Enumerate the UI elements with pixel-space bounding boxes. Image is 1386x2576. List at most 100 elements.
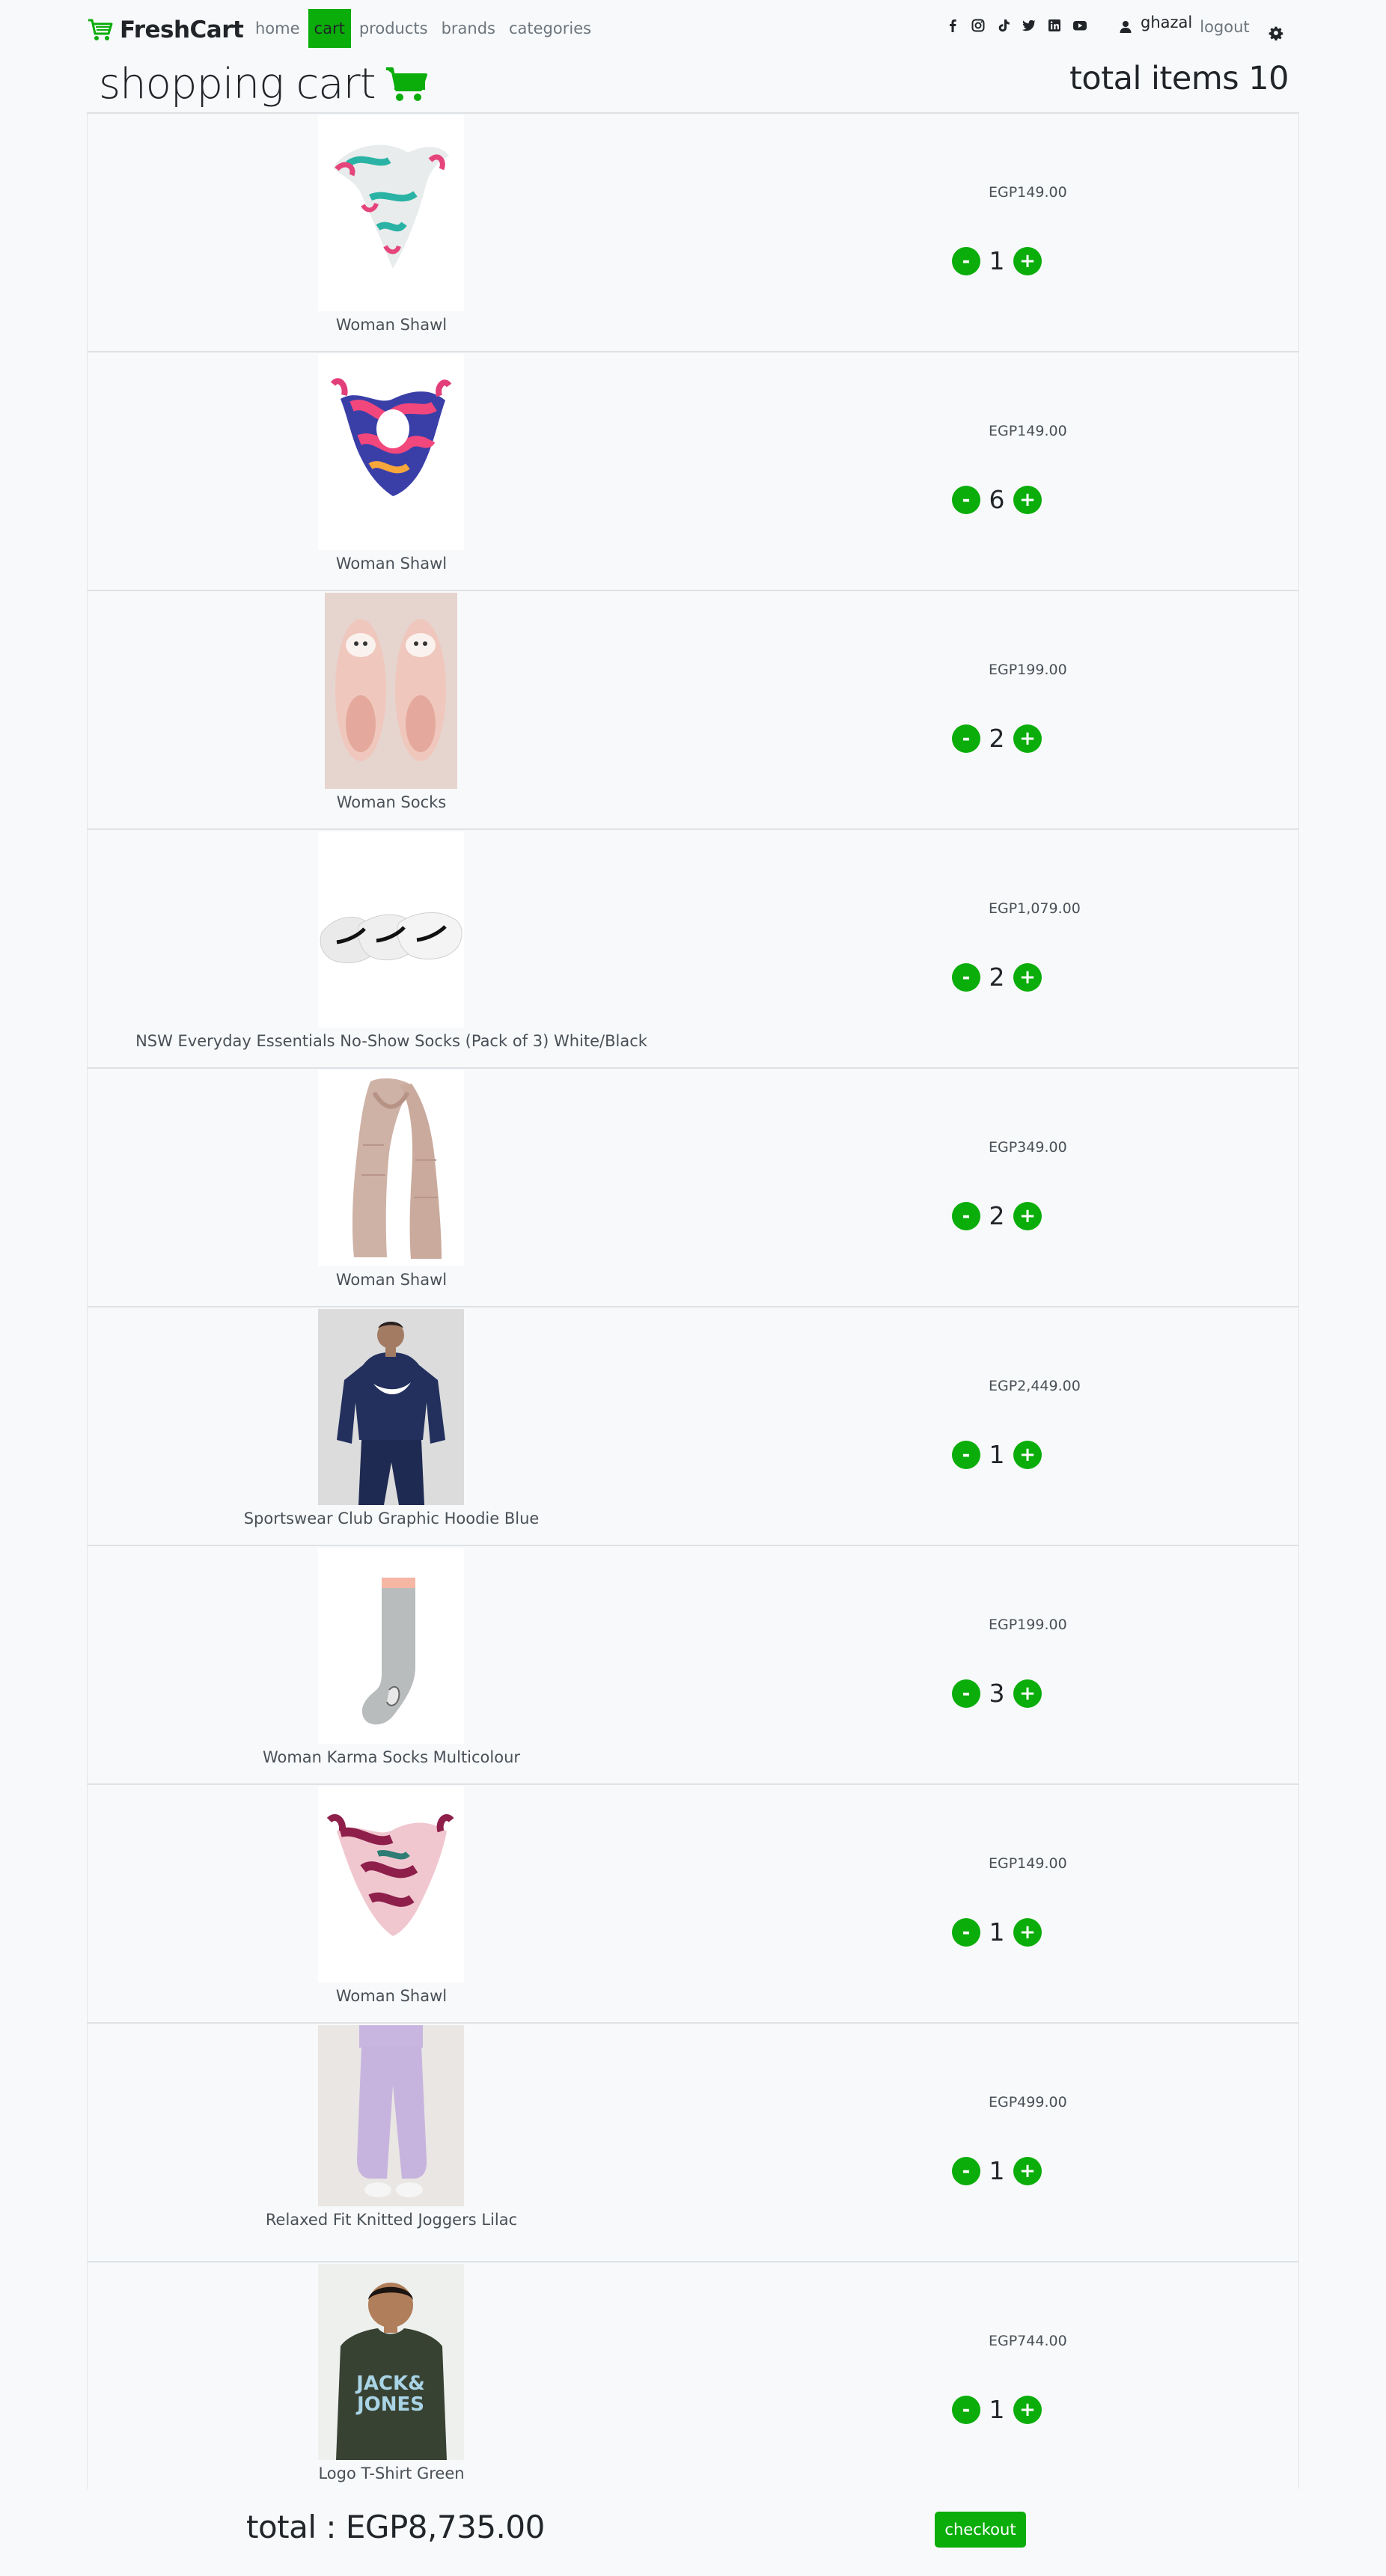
sock-grey-image [318, 1548, 464, 1744]
tiktok-icon[interactable] [996, 18, 1011, 33]
quantity-stepper: - 2 + [952, 1201, 1042, 1230]
quantity-value: 1 [989, 2395, 1005, 2424]
nav-link-cart[interactable]: cart [308, 9, 351, 48]
increase-quantity-button[interactable]: + [1013, 485, 1042, 514]
product-image[interactable] [318, 831, 464, 1028]
product-price: EGP349.00 [989, 1139, 1067, 1156]
logout-link[interactable]: logout [1200, 18, 1249, 36]
decrease-quantity-button[interactable]: - [952, 246, 980, 275]
quantity-value: 3 [989, 1679, 1005, 1708]
total-items-count: total items 10 [1069, 60, 1289, 97]
shawl-pink-blue-image [318, 354, 464, 550]
quantity-stepper: - 1 + [952, 2395, 1042, 2424]
cart-item-row: Sportswear Club Graphic Hoodie Blue EGP2… [87, 1307, 1299, 1546]
product-name: Woman Shawl [335, 555, 448, 573]
increase-quantity-button[interactable]: + [1013, 2395, 1042, 2424]
decrease-quantity-button[interactable]: - [952, 1440, 980, 1469]
product-price: EGP199.00 [989, 1617, 1067, 1633]
product-image[interactable] [318, 1070, 464, 1266]
increase-quantity-button[interactable]: + [1013, 1679, 1042, 1708]
quantity-value: 6 [989, 485, 1005, 514]
checkout-button[interactable]: checkout [935, 2512, 1026, 2548]
decrease-quantity-button[interactable]: - [952, 962, 980, 992]
product-image[interactable] [318, 115, 464, 311]
quantity-value: 1 [989, 1917, 1005, 1947]
product-name: Logo T-Shirt Green [318, 2464, 465, 2482]
quantity-stepper: - 1 + [952, 1440, 1042, 1469]
user-area: ghazal logout [1118, 13, 1250, 40]
increase-quantity-button[interactable]: + [1013, 1917, 1042, 1947]
socks-nike-image [318, 831, 464, 1028]
navbar: FreshCart home cart products brands cate… [0, 0, 1386, 60]
joggers-lilac-image [318, 2025, 464, 2206]
cart-item-row: Woman Shawl EGP349.00 - 2 + [87, 1069, 1299, 1307]
youtube-icon[interactable] [1072, 18, 1087, 33]
quantity-stepper: - 1 + [952, 2156, 1042, 2185]
nav-links: home cart products brands categories [250, 9, 599, 48]
facebook-icon[interactable] [945, 18, 960, 33]
socks-fluffy-image [325, 593, 457, 789]
decrease-quantity-button[interactable]: - [952, 1679, 980, 1708]
decrease-quantity-button[interactable]: - [952, 2156, 980, 2185]
product-price: EGP149.00 [989, 184, 1067, 201]
page-title: shopping cart [99, 60, 428, 109]
quantity-value: 2 [989, 1201, 1005, 1230]
product-image[interactable] [318, 1786, 464, 1983]
product-price: EGP199.00 [989, 662, 1067, 678]
nav-link-home[interactable]: home [250, 9, 305, 48]
quantity-value: 2 [989, 962, 1005, 992]
cart-item-row: Woman Socks EGP199.00 - 2 + [87, 591, 1299, 830]
quantity-value: 1 [989, 2156, 1005, 2185]
user-name: ghazal [1141, 13, 1193, 31]
product-image[interactable]: JACK& JONES [318, 2264, 464, 2460]
increase-quantity-button[interactable]: + [1013, 2156, 1042, 2185]
decrease-quantity-button[interactable]: - [952, 485, 980, 514]
nav-link-brands[interactable]: brands [436, 9, 501, 48]
svg-text:JONES: JONES [355, 2393, 424, 2416]
brand-logo[interactable]: FreshCart [87, 15, 244, 45]
brand-name: FreshCart [120, 16, 244, 43]
decrease-quantity-button[interactable]: - [952, 2395, 980, 2424]
decrease-quantity-button[interactable]: - [952, 1201, 980, 1230]
decrease-quantity-button[interactable]: - [952, 724, 980, 753]
product-price: EGP744.00 [989, 2333, 1067, 2349]
product-name: Sportswear Club Graphic Hoodie Blue [243, 1510, 540, 1527]
nav-link-products[interactable]: products [354, 9, 433, 48]
increase-quantity-button[interactable]: + [1013, 246, 1042, 275]
increase-quantity-button[interactable]: + [1013, 1440, 1042, 1469]
nav-link-categories[interactable]: categories [504, 9, 596, 48]
cart-items-list: Woman Shawl EGP149.00 - 1 + Woman Shawl … [87, 112, 1299, 2501]
product-image[interactable] [318, 354, 464, 550]
product-image[interactable] [325, 593, 457, 789]
tshirt-green-image: JACK& JONES [318, 2264, 464, 2460]
cart-item-row: Woman Shawl EGP149.00 - 1 + [87, 1785, 1299, 2024]
linkedin-icon[interactable] [1047, 18, 1062, 33]
increase-quantity-button[interactable]: + [1013, 724, 1042, 753]
quantity-stepper: - 3 + [952, 1679, 1042, 1708]
decrease-quantity-button[interactable]: - [952, 1917, 980, 1947]
product-price: EGP1,079.00 [989, 900, 1081, 917]
cart-item-row: Relaxed Fit Knitted Joggers Lilac EGP499… [87, 2024, 1299, 2262]
cart-section: shopping cart total items 10 Woman Shawl… [87, 60, 1299, 2501]
product-name: NSW Everyday Essentials No-Show Socks (P… [135, 1032, 647, 1050]
gear-icon[interactable] [1268, 25, 1284, 42]
quantity-stepper: - 6 + [952, 485, 1042, 514]
twitter-icon[interactable] [1022, 18, 1037, 33]
product-price: EGP2,449.00 [989, 1378, 1081, 1394]
quantity-stepper: - 2 + [952, 724, 1042, 753]
product-image[interactable] [318, 1309, 464, 1505]
product-price: EGP499.00 [989, 2094, 1067, 2110]
product-image[interactable] [318, 2025, 464, 2206]
cart-footer: total : EGP8,735.00 checkout [87, 2489, 1299, 2576]
cart-item-row: NSW Everyday Essentials No-Show Socks (P… [87, 830, 1299, 1069]
product-name: Woman Shawl [335, 1271, 448, 1289]
product-name: Woman Shawl [335, 1987, 448, 2005]
cart-item-row: Woman Shawl EGP149.00 - 1 + [87, 114, 1299, 352]
product-name: Relaxed Fit Knitted Joggers Lilac [265, 2211, 518, 2229]
increase-quantity-button[interactable]: + [1013, 1201, 1042, 1230]
product-price: EGP149.00 [989, 423, 1067, 439]
product-image[interactable] [318, 1548, 464, 1744]
shawl-teal-image [318, 115, 464, 311]
increase-quantity-button[interactable]: + [1013, 962, 1042, 992]
instagram-icon[interactable] [971, 18, 986, 33]
